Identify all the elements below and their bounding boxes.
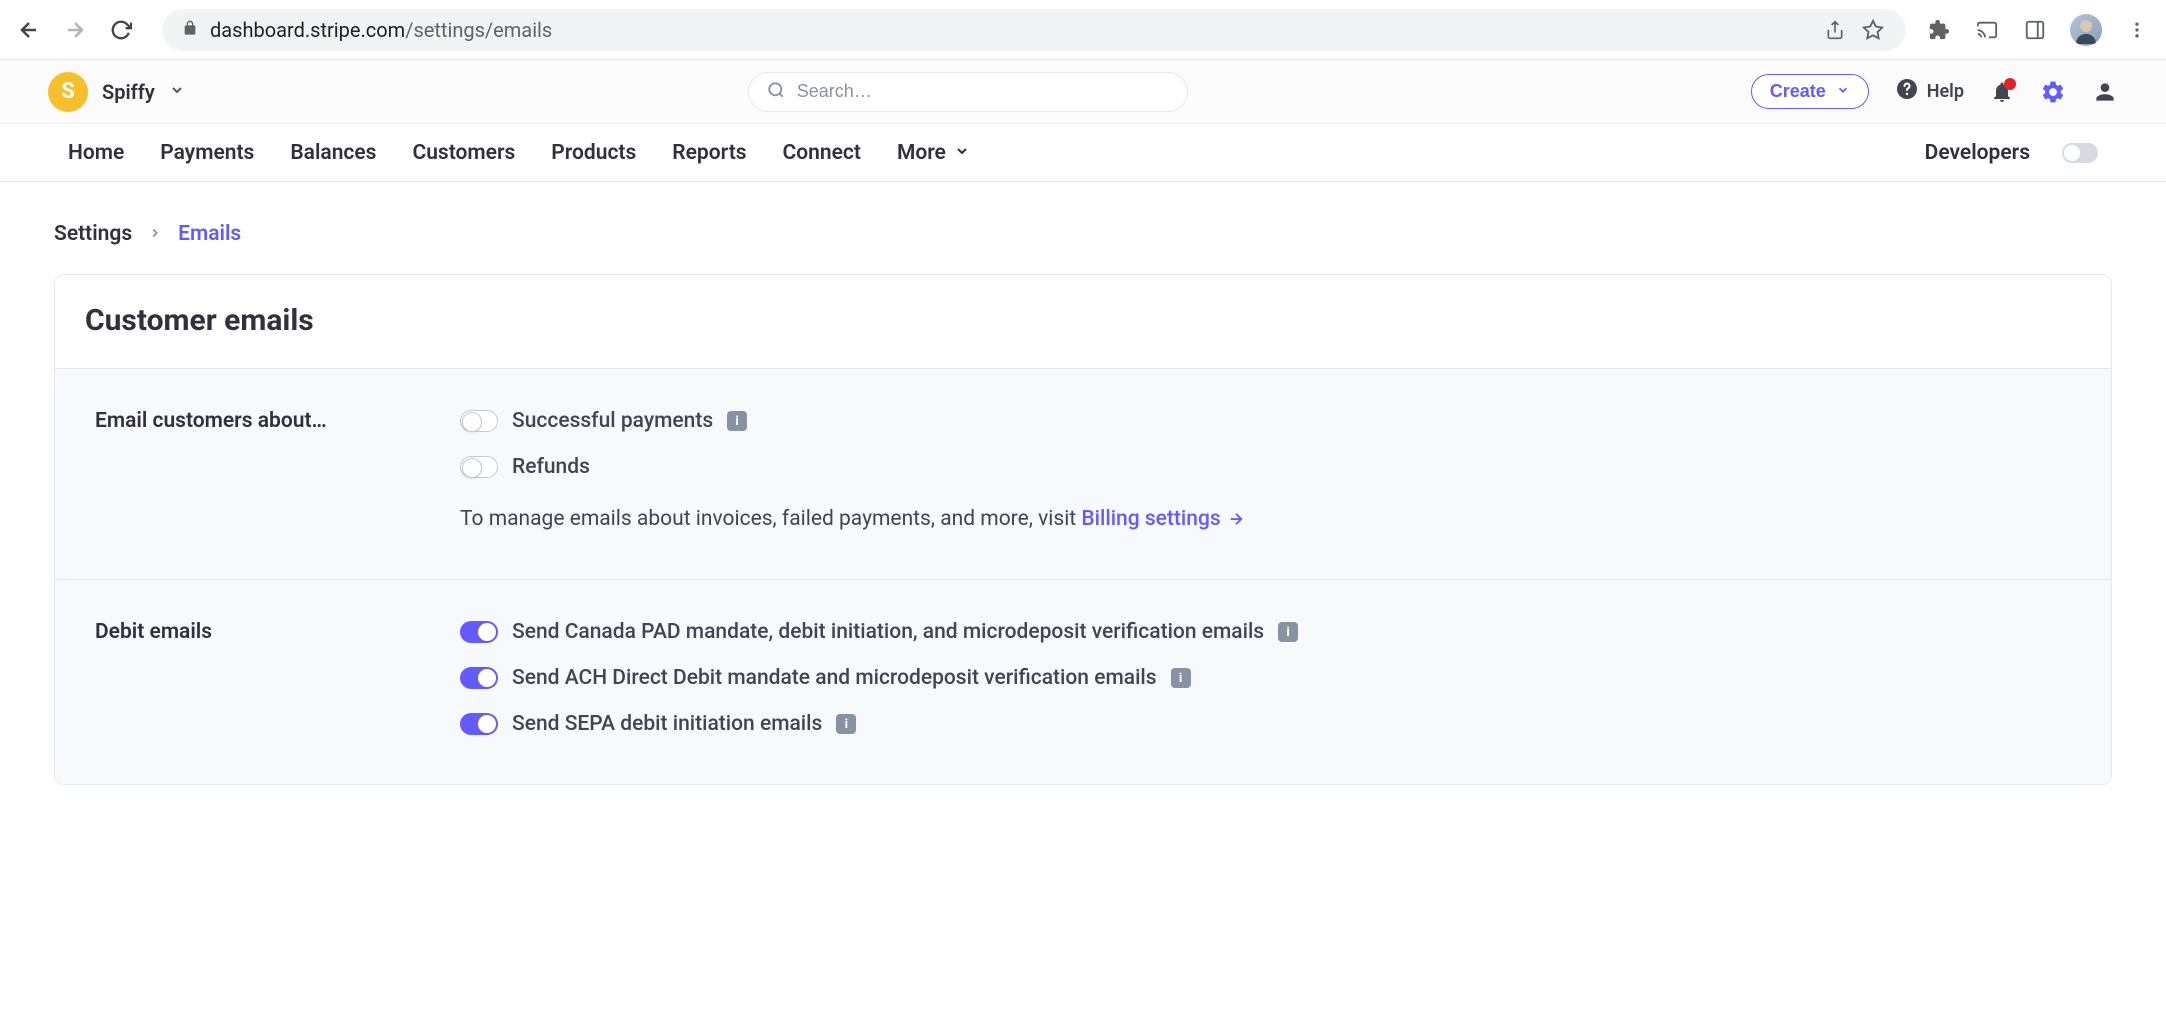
account-button[interactable] <box>2092 79 2118 105</box>
chevron-down-icon <box>169 82 185 102</box>
toggle-label: Successful payments <box>512 409 713 433</box>
lock-icon <box>182 20 198 40</box>
helper-prefix: To manage emails about invoices, failed … <box>460 507 1081 531</box>
org-logo: S <box>48 72 88 112</box>
toggle-successful-payments[interactable] <box>460 410 498 432</box>
toggle-row-successful-payments: Successful payments i <box>460 409 2071 433</box>
toggle-row-refunds: Refunds <box>460 455 2071 479</box>
create-button-label: Create <box>1770 81 1826 102</box>
chevron-down-icon <box>1836 81 1850 102</box>
nav-customers[interactable]: Customers <box>412 141 515 165</box>
chevron-down-icon <box>954 141 970 165</box>
url-text: dashboard.stripe.com/settings/emails <box>210 18 1810 42</box>
share-icon[interactable] <box>1822 17 1848 43</box>
section-debit-emails: Debit emails Send Canada PAD mandate, de… <box>55 579 2111 784</box>
search-bar[interactable] <box>748 72 1188 112</box>
billing-settings-link[interactable]: Billing settings <box>1081 507 1244 531</box>
helper-text: To manage emails about invoices, failed … <box>460 507 2071 531</box>
toggle-row-sepa: Send SEPA debit initiation emails i <box>460 712 2071 736</box>
browser-forward-icon[interactable] <box>62 17 88 43</box>
org-name: Spiffy <box>102 80 155 104</box>
toggle-row-canada-pad: Send Canada PAD mandate, debit initiatio… <box>460 620 2071 644</box>
section-label: Debit emails <box>95 620 440 736</box>
search-icon <box>767 81 785 103</box>
help-icon <box>1895 77 1919 106</box>
app-header: S Spiffy Create Help <box>0 60 2166 124</box>
nav-connect[interactable]: Connect <box>783 141 861 165</box>
help-button[interactable]: Help <box>1895 77 1964 106</box>
create-button[interactable]: Create <box>1751 74 1869 109</box>
test-mode-toggle[interactable] <box>2062 143 2098 163</box>
toggle-refunds[interactable] <box>460 456 498 478</box>
sidepanel-icon[interactable] <box>2022 17 2048 43</box>
link-label: Billing settings <box>1081 507 1220 531</box>
info-icon[interactable]: i <box>1171 668 1191 688</box>
nav-balances[interactable]: Balances <box>290 141 376 165</box>
help-label: Help <box>1927 81 1964 102</box>
org-switcher[interactable]: S Spiffy <box>48 72 185 112</box>
settings-panel: Customer emails Email customers about… S… <box>54 274 2112 785</box>
profile-avatar[interactable] <box>2070 14 2102 46</box>
section-label: Email customers about… <box>95 409 440 531</box>
notification-indicator <box>2004 78 2016 90</box>
toggle-canada-pad[interactable] <box>460 621 498 643</box>
page-content: Settings Emails Customer emails Email cu… <box>0 182 2166 825</box>
search-input[interactable] <box>797 81 1169 102</box>
chevron-right-icon <box>148 222 162 246</box>
info-icon[interactable]: i <box>836 714 856 734</box>
section-email-customers: Email customers about… Successful paymen… <box>55 368 2111 579</box>
toggle-label: Refunds <box>512 455 590 479</box>
info-icon[interactable]: i <box>727 411 747 431</box>
nav-home[interactable]: Home <box>68 141 124 165</box>
panel-title: Customer emails <box>85 303 2081 338</box>
toggle-row-ach: Send ACH Direct Debit mandate and microd… <box>460 666 2071 690</box>
browser-reload-icon[interactable] <box>108 17 134 43</box>
cast-icon[interactable] <box>1974 17 2000 43</box>
browser-toolbar: dashboard.stripe.com/settings/emails <box>0 0 2166 60</box>
toggle-label: Send SEPA debit initiation emails <box>512 712 822 736</box>
browser-back-icon[interactable] <box>16 17 42 43</box>
breadcrumb: Settings Emails <box>54 222 2112 246</box>
toggle-sepa[interactable] <box>460 713 498 735</box>
toggle-label: Send ACH Direct Debit mandate and microd… <box>512 666 1157 690</box>
nav-more-label: More <box>897 141 946 165</box>
nav-more[interactable]: More <box>897 141 970 165</box>
panel-header: Customer emails <box>55 275 2111 368</box>
browser-url-bar[interactable]: dashboard.stripe.com/settings/emails <box>162 9 1906 51</box>
browser-menu-icon[interactable] <box>2124 17 2150 43</box>
extensions-icon[interactable] <box>1926 17 1952 43</box>
settings-button[interactable] <box>2040 79 2066 105</box>
breadcrumb-emails[interactable]: Emails <box>178 222 241 246</box>
nav-developers[interactable]: Developers <box>1925 141 2030 165</box>
toggle-label: Send Canada PAD mandate, debit initiatio… <box>512 620 1264 644</box>
notifications-button[interactable] <box>1990 80 2014 104</box>
bookmark-star-icon[interactable] <box>1860 17 1886 43</box>
breadcrumb-settings[interactable]: Settings <box>54 222 132 246</box>
main-nav: Home Payments Balances Customers Product… <box>0 124 2166 182</box>
info-icon[interactable]: i <box>1278 622 1298 642</box>
nav-payments[interactable]: Payments <box>160 141 254 165</box>
nav-reports[interactable]: Reports <box>672 141 746 165</box>
nav-products[interactable]: Products <box>551 141 636 165</box>
arrow-right-icon <box>1227 510 1245 528</box>
toggle-ach[interactable] <box>460 667 498 689</box>
